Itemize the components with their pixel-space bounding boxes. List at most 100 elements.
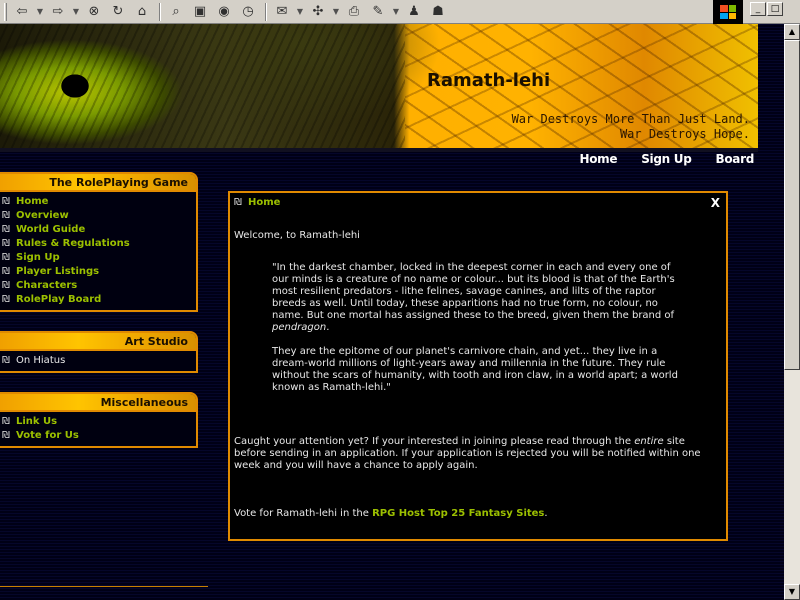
bullet-icon: ₪: [2, 209, 10, 221]
miscellaneous-heading: Miscellaneous: [0, 394, 196, 412]
browser-toolbar: ⇦ ▼ ⇨ ▼ ⊗ ↻ ⌂ ⌕ ▣ ◉ ◷ ✉ ▼ ✣ ▼ ⎙ ✎ ▼ ♟ ☗: [0, 0, 800, 24]
forward-icon[interactable]: ⇨: [47, 2, 69, 22]
intro-quote-paragraph-1: "In the darkest chamber, locked in the d…: [272, 262, 686, 334]
menu-item-label: Overview: [16, 209, 69, 221]
menu-item-vote-for-us[interactable]: ₪ Vote for Us: [2, 428, 196, 442]
forward-dropdown-icon[interactable]: ▼: [71, 2, 81, 22]
quote-emphasis: pendragon: [272, 322, 327, 333]
topnav-board-link[interactable]: Board: [716, 152, 755, 170]
notice-emphasis: entire: [634, 436, 664, 447]
encoding-icon[interactable]: ✣: [307, 2, 329, 22]
toolbar-separator: [159, 2, 161, 21]
menu-item-label: RolePlay Board: [16, 293, 102, 305]
tagline-line-2: War Destroys Hope.: [619, 127, 750, 141]
cat-eye-artwork: [0, 24, 405, 148]
top-navigation: Home Sign Up Board: [579, 152, 754, 170]
stop-icon[interactable]: ⊗: [83, 2, 105, 22]
menu-item-label: Home: [16, 195, 49, 207]
mail-icon[interactable]: ✉: [271, 2, 293, 22]
toolbar-separator: [265, 2, 267, 21]
art-studio-heading: Art Studio: [0, 333, 196, 351]
notice-text: Caught your attention yet? If your inter…: [234, 436, 635, 447]
miscellaneous-menu: Miscellaneous ₪ Link Us ₪ Vote for Us: [0, 392, 198, 448]
close-button[interactable]: X: [711, 196, 720, 210]
bullet-icon: ₪: [2, 429, 10, 441]
bullet-icon: ₪: [2, 354, 10, 366]
vote-text-suffix: .: [544, 508, 548, 519]
menu-item-overview[interactable]: ₪ Overview: [2, 208, 196, 222]
messenger-icon[interactable]: ♟: [403, 2, 425, 22]
menu-item-label: Link Us: [16, 415, 58, 427]
menu-item-player-listings[interactable]: ₪ Player Listings: [2, 264, 196, 278]
content-heading-label: Home: [248, 197, 281, 208]
research-icon[interactable]: ☗: [427, 2, 449, 22]
bullet-icon: ₪: [234, 197, 242, 208]
application-notice: Caught your attention yet? If your inter…: [234, 436, 720, 472]
favorites-icon[interactable]: ▣: [189, 2, 211, 22]
menu-item-roleplay-board[interactable]: ₪ RolePlay Board: [2, 292, 196, 306]
vote-text-prefix: Vote for Ramath-lehi in the: [234, 508, 373, 519]
footer-divider: [0, 586, 208, 587]
menu-item-link-us[interactable]: ₪ Link Us: [2, 414, 196, 428]
tagline-line-1: War Destroys More Than Just Land.: [511, 112, 750, 126]
vertical-scrollbar[interactable]: ▲ ▼: [784, 24, 800, 600]
bullet-icon: ₪: [2, 237, 10, 249]
search-icon[interactable]: ⌕: [165, 2, 187, 22]
menu-item-home[interactable]: ₪ Home: [2, 194, 196, 208]
media-icon[interactable]: ◉: [213, 2, 235, 22]
menu-item-label: Rules & Regulations: [16, 237, 130, 249]
menu-item-label: World Guide: [16, 223, 86, 235]
back-icon[interactable]: ⇦: [11, 2, 33, 22]
menu-item-sign-up[interactable]: ₪ Sign Up: [2, 250, 196, 264]
bullet-icon: ₪: [2, 251, 10, 263]
vote-text: Vote for Ramath-lehi in the RPG Host Top…: [234, 508, 720, 520]
history-icon[interactable]: ◷: [237, 2, 259, 22]
scroll-up-icon[interactable]: ▲: [784, 24, 800, 40]
bullet-icon: ₪: [2, 195, 10, 207]
content-panel: ₪ Home X Welcome, to Ramath-lehi "In the…: [228, 191, 728, 541]
rpg-host-vote-link[interactable]: RPG Host Top 25 Fantasy Sites: [372, 508, 544, 519]
roleplaying-menu: The RolePlaying Game ₪ Home ₪ Overview ₪ Wo…: [0, 172, 198, 312]
menu-item-rules[interactable]: ₪ Rules & Regulations: [2, 236, 196, 250]
edit-dropdown-icon[interactable]: ▼: [391, 2, 401, 22]
windows-logo-icon: [713, 0, 743, 24]
back-dropdown-icon[interactable]: ▼: [35, 2, 45, 22]
roleplaying-menu-heading: The RolePlaying Game: [0, 174, 196, 192]
bullet-icon: ₪: [2, 223, 10, 235]
toolbar-grip[interactable]: [4, 2, 7, 21]
art-studio-menu: Art Studio ₪ On Hiatus: [0, 331, 198, 373]
menu-item-label: Sign Up: [16, 251, 60, 263]
intro-quote-paragraph-2: They are the epitome of our planet's car…: [272, 346, 678, 393]
menu-item-label: Vote for Us: [16, 429, 79, 441]
quote-text: .: [326, 322, 330, 333]
topnav-home-link[interactable]: Home: [579, 152, 617, 170]
menu-item-label: Characters: [16, 279, 78, 291]
welcome-text: Welcome, to Ramath-lehi: [234, 230, 360, 241]
bullet-icon: ₪: [2, 265, 10, 277]
quote-text: "In the darkest chamber, locked in the d…: [272, 262, 675, 321]
topnav-signup-link[interactable]: Sign Up: [641, 152, 692, 170]
minimize-icon[interactable]: _: [750, 2, 766, 16]
menu-item-characters[interactable]: ₪ Characters: [2, 278, 196, 292]
menu-item-label: Player Listings: [16, 265, 100, 277]
menu-item-world-guide[interactable]: ₪ World Guide: [2, 222, 196, 236]
site-tagline: War Destroys More Than Just Land. War De…: [512, 112, 750, 142]
edit-icon[interactable]: ✎: [367, 2, 389, 22]
art-studio-status-label: On Hiatus: [16, 354, 66, 366]
content-heading: ₪ Home: [234, 197, 280, 208]
refresh-icon[interactable]: ↻: [107, 2, 129, 22]
print-icon[interactable]: ⎙: [343, 2, 365, 22]
bullet-icon: ₪: [2, 293, 10, 305]
site-title: Ramath-lehi: [427, 70, 551, 91]
scrollbar-thumb[interactable]: [784, 40, 800, 370]
web-page: Ramath-lehi War Destroys More Than Just …: [0, 24, 784, 600]
encoding-dropdown-icon[interactable]: ▼: [331, 2, 341, 22]
mail-dropdown-icon[interactable]: ▼: [295, 2, 305, 22]
home-icon[interactable]: ⌂: [131, 2, 153, 22]
bullet-icon: ₪: [2, 279, 10, 291]
art-studio-status: ₪ On Hiatus: [2, 353, 196, 367]
header-banner: Ramath-lehi War Destroys More Than Just …: [0, 24, 758, 148]
bullet-icon: ₪: [2, 415, 10, 427]
scroll-down-icon[interactable]: ▼: [784, 584, 800, 600]
maximize-icon[interactable]: □: [767, 2, 783, 16]
